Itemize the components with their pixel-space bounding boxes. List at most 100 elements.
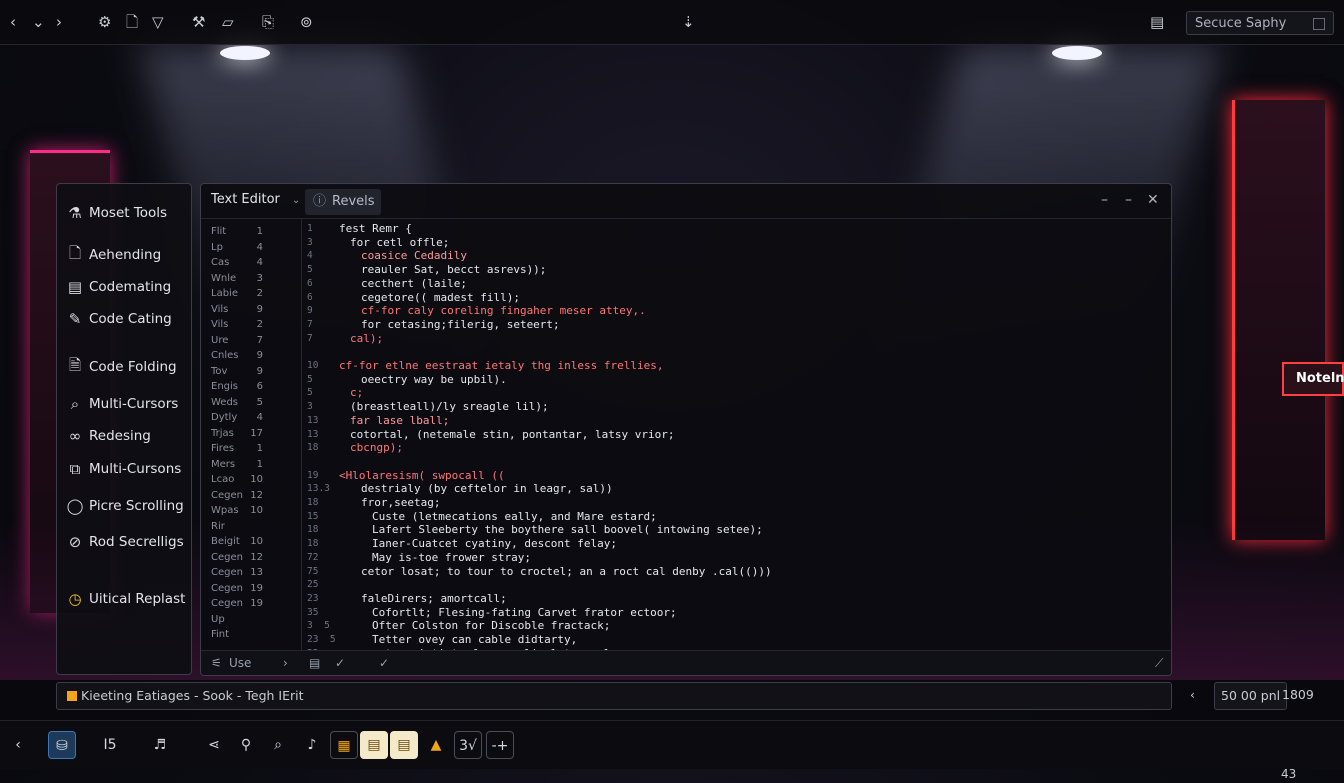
code-line[interactable]: 5 reauler Sat, becct asrevs)); (301, 263, 1161, 277)
code-line[interactable]: 9 cf-for caly coreling fingaher meser att… (301, 304, 1161, 318)
sidebar-item-0[interactable]: ⚗ Moset Tools (65, 200, 167, 226)
code-line[interactable] (301, 455, 1161, 469)
sidebar-item-3[interactable]: ✎ Code Cating (65, 306, 172, 332)
code-line[interactable]: 13 cotortal, (netemale stin, pontantar, l… (301, 428, 1161, 442)
wand-icon[interactable]: ⚲ (232, 731, 260, 759)
code-line[interactable]: 6 cegetore(( madest fill); (301, 291, 1161, 305)
code-line[interactable]: 23 5 Tetter ovey can cable didtarty, (301, 633, 1161, 647)
code-line[interactable]: 23 faleDirers; amortcall; (301, 592, 1161, 606)
outline-item[interactable]: Up (211, 614, 295, 629)
notes-app2-icon[interactable]: ▤ (390, 731, 418, 759)
chevron-right-icon[interactable]: › (283, 656, 288, 670)
app-store-icon[interactable]: ⛁ (48, 731, 76, 759)
outline-item[interactable]: Vils 2 (211, 319, 295, 334)
code-line[interactable]: 18 cbcngp); (301, 441, 1161, 455)
pin-icon[interactable]: ⇣ (682, 12, 695, 32)
outline-item[interactable]: Flit 1 (211, 226, 295, 241)
music-icon[interactable]: ♬ (146, 731, 174, 759)
outline-item[interactable]: Fint (211, 629, 295, 644)
outline-item[interactable]: Cegen 12 (211, 490, 295, 505)
back-icon[interactable]: ‹ (4, 731, 32, 759)
outline-item[interactable]: Cas 4 (211, 257, 295, 272)
search-icon[interactable]: ⌕ (264, 731, 292, 759)
list-icon[interactable]: ▤ (309, 656, 320, 670)
outline-item[interactable]: Rir (211, 521, 295, 536)
outline-item[interactable]: Cnles 9 (211, 350, 295, 365)
code-line[interactable]: 3 5 Ofter Colston for Discoble fractack; (301, 619, 1161, 633)
gear-icon[interactable]: ⚙ (98, 12, 111, 32)
outline-item[interactable]: Weds 5 (211, 397, 295, 412)
code-area[interactable]: 1 fest Remr {3 for cetl offle; 4 coasice Ced… (301, 218, 1161, 660)
outline-item[interactable]: Cegen 13 (211, 567, 295, 582)
code-line[interactable]: 13 far lase lball; (301, 414, 1161, 428)
outline-item[interactable]: Lcao 10 (211, 474, 295, 489)
outline-item[interactable]: Labie 2 (211, 288, 295, 303)
code-line[interactable]: 7 for cetasing;filerig, seteert; (301, 318, 1161, 332)
sidebar-item-9[interactable]: ⊘ Rod Secrelligs (65, 529, 184, 555)
zoom-box[interactable]: 1809 (1282, 682, 1314, 708)
prev-icon[interactable]: ‹ (1190, 682, 1195, 708)
sidebar-item-5[interactable]: ⌕ Multi-Cursors (65, 391, 178, 417)
outline-item[interactable]: Engis 6 (211, 381, 295, 396)
panel-icon[interactable]: I5 (96, 731, 124, 759)
close-icon[interactable]: ✕ (1147, 192, 1159, 208)
outline-item[interactable]: Beigit 10 (211, 536, 295, 551)
code-line[interactable]: 5 c; (301, 386, 1161, 400)
code-line[interactable]: 25 (301, 578, 1161, 592)
code-line[interactable]: 4 coasice Cedadily (301, 249, 1161, 263)
code-line[interactable]: 7 cal); (301, 332, 1161, 346)
outline-item[interactable]: Fires 1 (211, 443, 295, 458)
outline-item[interactable]: Cegen 19 (211, 598, 295, 613)
code-line[interactable]: 18 Lafert Sleeberty the boythere sall boo… (301, 523, 1161, 537)
search-expand-icon[interactable] (1313, 18, 1325, 30)
restore-icon[interactable]: – (1125, 192, 1132, 208)
tab-revels[interactable]: ⓘ Revels (305, 189, 381, 215)
formula-icon[interactable]: 3√ (454, 731, 482, 759)
code-line[interactable]: 72 May is-toe frower stray; (301, 551, 1161, 565)
code-line[interactable]: 1 fest Remr { (301, 222, 1161, 236)
chevron-down-icon[interactable]: ⌄ (292, 195, 300, 206)
forward-icon[interactable]: › (56, 12, 62, 32)
sidebar-item-10[interactable]: ◷ Uitical Replast (65, 586, 185, 612)
edit-icon[interactable]: ✓ (335, 656, 345, 670)
code-line[interactable]: 10 cf-for etlne eestraat ietaly thg inles… (301, 359, 1161, 373)
code-line[interactable]: 35 Cofortlt; Flesing-fating Carvet frator… (301, 606, 1161, 620)
outline-item[interactable]: Cegen 19 (211, 583, 295, 598)
sidebar-item-6[interactable]: ∞ Redesing (65, 423, 151, 449)
save-icon[interactable]: ⎘ (262, 12, 274, 32)
outline-item[interactable]: Cegen 12 (211, 552, 295, 567)
settings-icon[interactable]: ⚟ (211, 656, 222, 670)
code-line[interactable]: 6 cecthert (laile; (301, 277, 1161, 291)
filter-icon[interactable]: ▽ (152, 12, 164, 32)
sidebar-item-4[interactable]: 🗎 Code Folding (65, 354, 177, 380)
notes-icon[interactable]: ▤ (1150, 12, 1164, 32)
warning-app-icon[interactable]: ▲ (422, 731, 450, 759)
outline-item[interactable]: Tov 9 (211, 366, 295, 381)
time-box[interactable]: 50 00 pnl (1214, 682, 1288, 710)
outline-item[interactable]: Vils 9 (211, 304, 295, 319)
sidebar-item-1[interactable]: 🗋 Aehending (65, 242, 161, 268)
status-use[interactable]: Use (229, 656, 251, 670)
sidebar-item-2[interactable]: ▤ Codemating (65, 274, 171, 300)
pen-icon[interactable]: ♪ (298, 731, 326, 759)
search-input[interactable]: Secuce Saphy (1186, 11, 1334, 35)
minimize-icon[interactable]: – (1101, 192, 1108, 208)
outline-item[interactable]: Lp 4 (211, 242, 295, 257)
wrench-icon[interactable]: ⚒ (192, 12, 205, 32)
code-line[interactable]: 18 fror,seetag; (301, 496, 1161, 510)
share-icon[interactable]: ⋖ (200, 731, 228, 759)
code-line[interactable]: 19 <Hlolaresism( swpocall (( (301, 469, 1161, 483)
outline-item[interactable]: Trjas 17 (211, 428, 295, 443)
outline-item[interactable]: Ure 7 (211, 335, 295, 350)
code-line[interactable]: 13.3 destrialy (by ceftelor in leagr, sal… (301, 482, 1161, 496)
add-icon[interactable]: -+ (486, 731, 514, 759)
code-line[interactable]: 75 cetor losat; to tour to croctel; an a … (301, 565, 1161, 579)
chevron-down-icon[interactable]: ⌄ (32, 12, 45, 32)
grid-app-icon[interactable]: ▦ (330, 731, 358, 759)
tab-text-editor[interactable]: Text Editor ⌄ (211, 192, 300, 207)
back-icon[interactable]: ‹ (10, 12, 16, 32)
folder-icon[interactable]: ⏥ (222, 12, 234, 32)
code-line[interactable]: 3 for cetl offle; (301, 236, 1161, 250)
code-line[interactable] (301, 345, 1161, 359)
sidebar-item-7[interactable]: ⧉ Multi-Cursons (65, 456, 182, 482)
